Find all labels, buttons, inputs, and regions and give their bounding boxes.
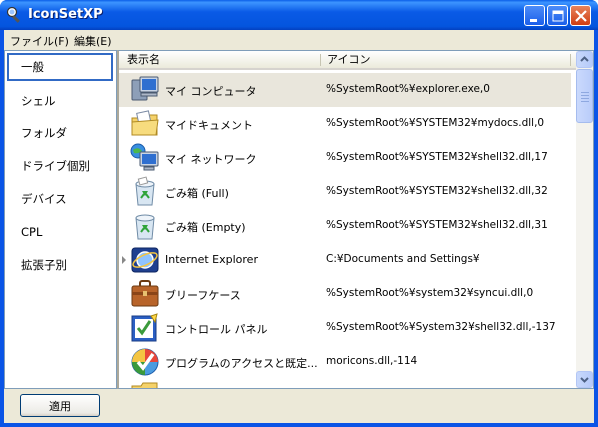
menu-bar: ファイル(F) 編集(E) — [4, 30, 594, 49]
item-icon-path: C:¥Documents and Settings¥ — [326, 253, 480, 265]
sidebar-item-shell[interactable]: シェル — [7, 87, 113, 115]
sidebar-item-device[interactable]: デバイス — [7, 185, 113, 213]
menu-file[interactable]: ファイル(F) — [10, 33, 69, 49]
list-item[interactable]: コントロール パネル %SystemRoot%¥System32¥shell32… — [119, 311, 571, 345]
item-name: ごみ箱 (Full) — [165, 187, 229, 200]
window-title: IconSetXP — [28, 7, 103, 22]
list-item[interactable]: マイ ネットワーク %SystemRoot%¥SYSTEM32¥shell32.… — [119, 141, 571, 175]
close-button[interactable] — [570, 5, 591, 26]
list-item[interactable]: ごみ箱 (Empty) %SystemRoot%¥SYSTEM32¥shell3… — [119, 209, 571, 243]
expand-arrow-icon[interactable] — [122, 256, 126, 264]
list-item[interactable]: Internet Explorer C:¥Documents and Setti… — [119, 243, 571, 277]
list-header: 表示名 アイコン — [119, 51, 579, 70]
sidebar-item-extension[interactable]: 拡張子別 — [7, 251, 113, 279]
maximize-button[interactable] — [547, 5, 568, 26]
minimize-button[interactable] — [524, 5, 545, 26]
vertical-scrollbar[interactable] — [576, 51, 593, 388]
column-divider[interactable] — [570, 54, 571, 66]
sidebar-item-cpl[interactable]: CPL — [7, 218, 113, 246]
scroll-up-icon — [580, 56, 589, 62]
scroll-up-button[interactable] — [576, 51, 593, 68]
item-name: プログラムのアクセスと既定... — [165, 357, 318, 370]
list-item[interactable]: マイドキュメント %SystemRoot%¥SYSTEM32¥mydocs.dl… — [119, 107, 571, 141]
sidebar-item-folder[interactable]: フォルダ — [7, 119, 113, 147]
my-documents-icon — [131, 110, 159, 136]
list-item[interactable]: プログラムのアクセスと既定... moricons.dll,-114 — [119, 345, 571, 379]
list-item[interactable]: ごみ箱 (Full) %SystemRoot%¥SYSTEM32¥shell32… — [119, 175, 571, 209]
item-name: ごみ箱 (Empty) — [165, 221, 246, 234]
item-name: マイ コンピュータ — [165, 85, 257, 98]
footer-bar: 適用 — [4, 390, 594, 423]
title-bar[interactable]: IconSetXP — [0, 0, 598, 30]
minimize-icon — [530, 19, 537, 22]
my-computer-icon — [131, 76, 159, 101]
item-name: Internet Explorer — [165, 253, 258, 266]
sidebar-item-general[interactable]: 一般 — [7, 53, 113, 81]
item-icon-path: %SystemRoot%¥System32¥shell32.dll,-137 — [326, 321, 556, 333]
maximize-icon — [552, 10, 564, 22]
list-item[interactable]: ブリーフケース %SystemRoot%¥system32¥syncui.dll… — [119, 277, 571, 311]
scroll-down-button[interactable] — [576, 371, 593, 388]
item-name: ブリーフケース — [165, 289, 241, 302]
briefcase-icon — [131, 280, 159, 307]
menu-edit[interactable]: 編集(E) — [74, 33, 112, 49]
apply-button[interactable]: 適用 — [20, 394, 100, 417]
recycle-bin-empty-icon — [135, 214, 155, 240]
my-network-icon — [130, 143, 159, 171]
scroll-down-icon — [580, 377, 589, 383]
scroll-thumb[interactable] — [576, 69, 593, 123]
internet-explorer-icon — [131, 247, 159, 273]
item-name: マイドキュメント — [165, 119, 253, 132]
item-icon-path: %SystemRoot%¥SYSTEM32¥shell32.dll,17 — [326, 151, 548, 163]
grip-line — [581, 98, 589, 99]
column-header-display-name[interactable]: 表示名 — [121, 51, 160, 68]
item-icon-path: %SystemRoot%¥SYSTEM32¥shell32.dll,31 — [326, 219, 548, 231]
item-icon-path: moricons.dll,-114 — [326, 355, 418, 367]
folder-icon — [131, 382, 158, 388]
grip-line — [581, 101, 589, 102]
icon-list: 表示名 アイコン マイ コンピュータ %SystemRoot%¥explorer… — [117, 50, 594, 389]
item-name: マイ ネットワーク — [165, 153, 257, 166]
item-icon-path: %SystemRoot%¥SYSTEM32¥mydocs.dll,0 — [326, 117, 545, 129]
item-icon-path: %SystemRoot%¥SYSTEM32¥shell32.dll,32 — [326, 185, 548, 197]
list-item[interactable] — [119, 379, 571, 388]
client-area: ファイル(F) 編集(E) 一般 シェル フォルダ ドライブ個別 デバイス CP… — [4, 30, 594, 423]
control-panel-icon — [131, 313, 158, 342]
item-name: コントロール パネル — [165, 323, 268, 336]
magnifier-wrench-icon — [6, 6, 20, 23]
column-header-icon[interactable]: アイコン — [321, 51, 370, 68]
recycle-bin-full-icon — [135, 176, 155, 206]
app-window: IconSetXP ファイル(F) 編集(E) 一般 シェル フォルダ ドライブ… — [0, 0, 598, 427]
item-icon-path: %SystemRoot%¥system32¥syncui.dll,0 — [326, 287, 534, 299]
grip-line — [581, 92, 589, 93]
sidebar-item-drive[interactable]: ドライブ個別 — [7, 152, 113, 180]
list-item[interactable]: マイ コンピュータ %SystemRoot%¥explorer.exe,0 — [119, 73, 571, 107]
close-icon — [575, 10, 587, 22]
grip-line — [581, 95, 589, 96]
item-icon-path: %SystemRoot%¥explorer.exe,0 — [326, 83, 490, 95]
category-sidebar: 一般 シェル フォルダ ドライブ個別 デバイス CPL 拡張子別 — [4, 50, 117, 389]
program-access-icon — [131, 348, 159, 376]
